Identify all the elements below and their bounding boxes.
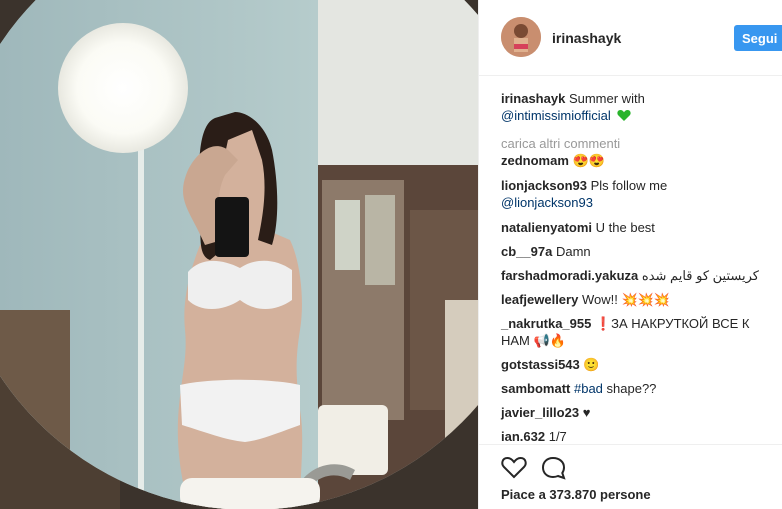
green-heart-icon xyxy=(617,109,631,126)
comment-text: U the best xyxy=(595,220,655,235)
comment-item: _nakrutka_955 ❗ЗА НАКРУТКОЙ ВСЕ К xyxy=(501,315,749,332)
comment-username[interactable]: zednomam xyxy=(501,153,569,168)
comment-item: cb__97a Damn xyxy=(501,243,591,260)
comment-username[interactable]: cb__97a xyxy=(501,244,552,259)
comment-item-line-2: НАМ 📢🔥 xyxy=(501,332,566,349)
avatar-image xyxy=(501,17,541,57)
comment-item: lionjackson93 Pls follow me xyxy=(501,177,667,194)
comment-hashtag-link[interactable]: #bad xyxy=(574,381,603,396)
caption-line-2: @intimissimiofficial xyxy=(501,107,631,126)
caption-mention-link[interactable]: @intimissimiofficial xyxy=(501,108,611,123)
comment-username[interactable]: gotstassi543 xyxy=(501,357,580,372)
comment-item: leafjewellery Wow!! 💥💥💥 xyxy=(501,291,670,308)
comment-emoji: 💥💥💥 xyxy=(621,292,671,307)
comment-item: zednomam 😍😍 xyxy=(501,152,605,169)
comment-item: natalienyatomi U the best xyxy=(501,219,655,236)
post-actions-bar xyxy=(479,444,782,480)
comment-username[interactable]: lionjackson93 xyxy=(501,178,587,193)
mirror-selfie-image xyxy=(0,0,478,509)
comment-bubble-icon[interactable] xyxy=(541,455,567,481)
comment-text: ❗ЗА НАКРУТКОЙ ВСЕ К xyxy=(594,316,750,331)
comment-item: javier_lillo23 ♥ xyxy=(501,404,590,421)
comment-emoji: ♥ xyxy=(582,405,591,420)
comment-item: ian.632 1/7 xyxy=(501,428,567,445)
comment-item-line-2: @lionjackson93 xyxy=(501,194,593,211)
comment-text: کریستین کو قایم شده xyxy=(641,268,759,283)
heart-outline-icon[interactable] xyxy=(501,455,527,481)
comment-username[interactable]: farshadmoradi.yakuza xyxy=(501,268,638,283)
caption-username[interactable]: irinashayk xyxy=(501,91,565,106)
comment-username[interactable]: natalienyatomi xyxy=(501,220,592,235)
comment-username[interactable]: ian.632 xyxy=(501,429,545,444)
comment-text: 1/7 xyxy=(548,429,567,444)
comment-item: sambomatt #bad shape?? xyxy=(501,380,656,397)
follow-button[interactable]: Segui xyxy=(734,25,782,51)
post-side-panel: irinashayk Segui irinashayk Summer with … xyxy=(478,0,782,509)
post-author-username[interactable]: irinashayk xyxy=(552,30,621,46)
load-more-comments-link[interactable]: carica altri commenti xyxy=(501,135,620,152)
comment-emoji: 🙂 xyxy=(583,357,600,372)
comment-text: Pls follow me xyxy=(590,178,668,193)
comment-item: farshadmoradi.yakuza کریستین کو قایم شده xyxy=(501,267,759,284)
comment-username[interactable]: leafjewellery xyxy=(501,292,578,307)
comment-emoji: 😍😍 xyxy=(572,153,605,168)
caption: irinashayk Summer with xyxy=(501,90,645,107)
comment-item: gotstassi543 🙂 xyxy=(501,356,600,373)
comment-text: shape?? xyxy=(606,381,657,396)
comment-mention-link[interactable]: @lionjackson93 xyxy=(501,195,593,210)
post-header: irinashayk Segui xyxy=(479,0,782,76)
comment-username[interactable]: _nakrutka_955 xyxy=(501,316,591,331)
comment-text: Damn xyxy=(555,244,591,259)
likes-count[interactable]: Piace a 373.870 persone xyxy=(501,487,651,502)
comment-text-line-2: НАМ 📢🔥 xyxy=(501,333,566,348)
avatar[interactable] xyxy=(501,17,541,57)
comment-username[interactable]: javier_lillo23 xyxy=(501,405,579,420)
comment-text: Wow!! xyxy=(581,292,618,307)
comment-username[interactable]: sambomatt xyxy=(501,381,570,396)
caption-text: Summer with xyxy=(568,91,645,106)
post-photo[interactable] xyxy=(0,0,478,509)
